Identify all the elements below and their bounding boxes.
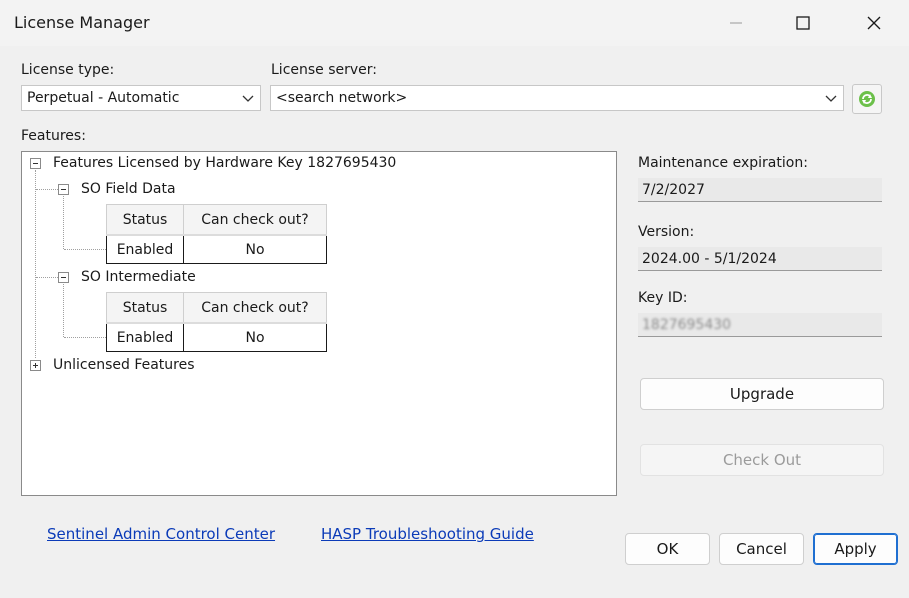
version-label: Version: [638,224,695,240]
minimize-button[interactable] [713,8,759,38]
cancel-button[interactable]: Cancel [719,533,804,565]
column-header-checkout: Can check out? [183,292,327,324]
status-cell: Enabled [106,322,184,352]
ok-button[interactable]: OK [625,533,710,565]
tree-line [63,196,64,249]
checkout-cell: No [183,322,327,352]
feature-grid: Status Can check out? Enabled No [106,204,327,264]
column-header-checkout: Can check out? [183,204,327,236]
expand-icon[interactable] [30,360,41,371]
version-field: 2024.00 - 5/1/2024 [638,247,882,271]
tree-line [35,170,36,358]
apply-button[interactable]: Apply [813,533,898,565]
tree-group-label[interactable]: SO Field Data [81,181,176,197]
close-button[interactable] [851,8,897,38]
refresh-icon [859,91,875,107]
collapse-icon[interactable] [30,158,41,169]
license-server-select[interactable]: <search network> [270,85,844,111]
tree-line [64,337,106,338]
tree-root-label[interactable]: Features Licensed by Hardware Key 182769… [53,155,396,171]
minimize-icon [730,22,742,24]
license-server-label: License server: [271,62,378,78]
maximize-button[interactable] [780,8,826,38]
license-type-select[interactable]: Perpetual - Automatic [21,85,261,111]
tree-group-label[interactable]: SO Intermediate [81,269,196,285]
chevron-down-icon [242,95,254,102]
upgrade-button[interactable]: Upgrade [640,378,884,410]
collapse-icon[interactable] [58,184,69,195]
column-header-status: Status [106,292,184,324]
chevron-down-icon [825,95,837,102]
features-label: Features: [21,128,86,144]
tree-line [64,249,106,250]
table-row[interactable]: Enabled No [106,322,327,352]
maintenance-field: 7/2/2027 [638,178,882,202]
table-row[interactable]: Enabled No [106,234,327,264]
window-title: License Manager [14,13,150,32]
license-type-label: License type: [21,62,115,78]
check-out-button[interactable]: Check Out [640,444,884,476]
key-id-field: 1827695430 [638,313,882,337]
refresh-button[interactable] [852,84,882,114]
maximize-icon [796,16,810,30]
column-header-status: Status [106,204,184,236]
license-type-value: Perpetual - Automatic [27,90,180,106]
tree-line [63,284,64,337]
tree-line [36,189,58,190]
sentinel-admin-link[interactable]: Sentinel Admin Control Center [47,525,275,543]
status-cell: Enabled [106,234,184,264]
feature-grid: Status Can check out? Enabled No [106,292,327,352]
checkout-cell: No [183,234,327,264]
license-server-value: <search network> [276,90,408,106]
tree-unlicensed-label[interactable]: Unlicensed Features [53,357,195,373]
tree-line [36,277,58,278]
features-tree[interactable]: Features Licensed by Hardware Key 182769… [21,151,617,496]
maintenance-label: Maintenance expiration: [638,155,808,171]
key-id-label: Key ID: [638,290,688,306]
hasp-guide-link[interactable]: HASP Troubleshooting Guide [321,525,534,543]
close-icon [867,16,881,30]
key-id-value: 1827695430 [642,316,732,333]
collapse-icon[interactable] [58,272,69,283]
